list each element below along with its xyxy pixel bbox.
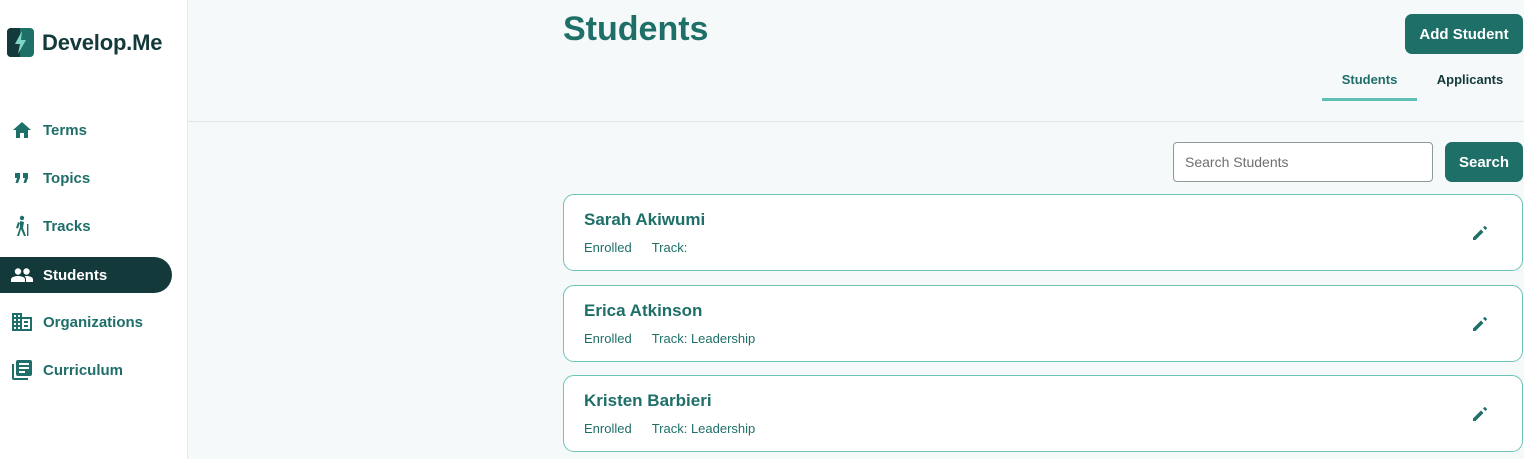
page-header: Students Add Student Students Applicants [188,0,1524,122]
sidebar-item-label: Tracks [43,217,91,235]
sidebar-item-label: Organizations [43,313,144,331]
add-student-button[interactable]: Add Student [1405,14,1523,54]
student-track: Track: [651,240,688,255]
student-status: Enrolled [584,240,632,255]
search-button[interactable]: Search [1445,142,1523,182]
sidebar-item-tracks[interactable]: Tracks [0,208,172,244]
student-card[interactable]: Erica Atkinson Enrolled Track: Leadershi… [563,285,1523,362]
student-name: Sarah Akiwumi [584,210,706,229]
sidebar-item-label: Terms [43,121,87,139]
edit-icon[interactable] [1470,223,1490,243]
student-card[interactable]: Sarah Akiwumi Enrolled Track: [563,194,1523,271]
sidebar-item-curriculum[interactable]: Curriculum [0,352,172,388]
student-name: Kristen Barbieri [584,391,712,410]
student-meta: Enrolled Track: Leadership [584,421,755,436]
sidebar: Develop.Me Terms Topics Tracks Students … [0,0,188,459]
student-status: Enrolled [584,421,632,436]
quote-icon [11,167,33,189]
edit-icon[interactable] [1470,314,1490,334]
search-input[interactable] [1173,142,1433,182]
tab-applicants[interactable]: Applicants [1427,72,1513,101]
sidebar-item-students[interactable]: Students [0,257,172,293]
logo-icon [7,28,34,57]
sidebar-item-label: Students [43,266,108,284]
sidebar-item-terms[interactable]: Terms [0,112,172,148]
sidebar-item-topics[interactable]: Topics [0,160,172,196]
library-books-icon [11,359,33,381]
people-icon [11,264,33,286]
page-title: Students [563,10,709,48]
student-track: Track: Leadership [651,331,756,346]
app-name: Develop.Me [42,29,163,55]
student-track: Track: Leadership [651,421,756,436]
tab-students[interactable]: Students [1322,72,1417,101]
building-icon [11,311,33,333]
hiking-icon [11,215,33,237]
sidebar-item-label: Curriculum [43,361,124,379]
student-name: Erica Atkinson [584,301,703,320]
app-root: Develop.Me Terms Topics Tracks Students … [0,0,1524,459]
student-card[interactable]: Kristen Barbieri Enrolled Track: Leaders… [563,375,1523,452]
sidebar-item-organizations[interactable]: Organizations [0,304,172,340]
student-meta: Enrolled Track: [584,240,687,255]
logo[interactable]: Develop.Me [7,28,162,57]
student-status: Enrolled [584,331,632,346]
sidebar-item-label: Topics [43,169,91,187]
edit-icon[interactable] [1470,404,1490,424]
home-icon [11,119,33,141]
student-meta: Enrolled Track: Leadership [584,331,755,346]
